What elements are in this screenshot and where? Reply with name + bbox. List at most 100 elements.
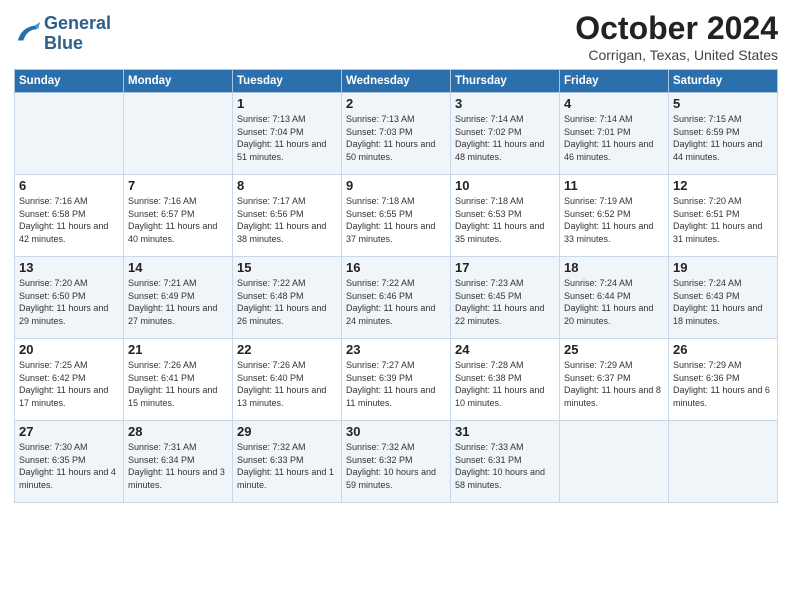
day-cell: 19 Sunrise: 7:24 AM Sunset: 6:43 PM Dayli… [669,257,778,339]
logo: General Blue [14,14,111,54]
day-cell: 29 Sunrise: 7:32 AM Sunset: 6:33 PM Dayli… [233,421,342,503]
week-row-5: 27 Sunrise: 7:30 AM Sunset: 6:35 PM Dayli… [15,421,778,503]
header-row: SundayMondayTuesdayWednesdayThursdayFrid… [15,70,778,93]
day-number: 30 [346,424,446,439]
day-cell: 20Sunrise: 7:25 AM Sunset: 6:42 PM Dayli… [15,339,124,421]
day-info: Sunrise: 7:30 AM Sunset: 6:35 PM Dayligh… [19,441,119,491]
day-number: 15 [237,260,337,275]
day-cell: 9 Sunrise: 7:18 AM Sunset: 6:55 PM Daylig… [342,175,451,257]
day-number: 4 [564,96,664,111]
day-cell: 13Sunrise: 7:20 AM Sunset: 6:50 PM Dayli… [15,257,124,339]
col-header-friday: Friday [560,70,669,93]
calendar-table: SundayMondayTuesdayWednesdayThursdayFrid… [14,69,778,503]
day-info: Sunrise: 7:13 AM Sunset: 7:03 PM Dayligh… [346,113,446,163]
day-info: Sunrise: 7:22 AM Sunset: 6:46 PM Dayligh… [346,277,446,327]
day-cell: 25 Sunrise: 7:29 AM Sunset: 6:37 PM Dayli… [560,339,669,421]
day-number: 24 [455,342,555,357]
day-number: 6 [19,178,119,193]
day-info: Sunrise: 7:20 AM Sunset: 6:51 PM Dayligh… [673,195,773,245]
day-number: 25 [564,342,664,357]
day-number: 11 [564,178,664,193]
day-number: 18 [564,260,664,275]
day-number: 20 [19,342,119,357]
day-cell: 7 Sunrise: 7:16 AM Sunset: 6:57 PM Daylig… [124,175,233,257]
col-header-sunday: Sunday [15,70,124,93]
week-row-4: 20Sunrise: 7:25 AM Sunset: 6:42 PM Dayli… [15,339,778,421]
day-info: Sunrise: 7:28 AM Sunset: 6:38 PM Dayligh… [455,359,555,409]
day-number: 3 [455,96,555,111]
title-block: October 2024 Corrigan, Texas, United Sta… [575,10,778,63]
logo-text: General Blue [44,14,111,54]
day-number: 5 [673,96,773,111]
day-number: 8 [237,178,337,193]
day-number: 9 [346,178,446,193]
day-number: 16 [346,260,446,275]
day-cell: 24 Sunrise: 7:28 AM Sunset: 6:38 PM Dayli… [451,339,560,421]
day-cell: 2 Sunrise: 7:13 AM Sunset: 7:03 PM Daylig… [342,93,451,175]
day-number: 28 [128,424,228,439]
col-header-saturday: Saturday [669,70,778,93]
day-number: 26 [673,342,773,357]
day-cell: 30 Sunrise: 7:32 AM Sunset: 6:32 PM Dayli… [342,421,451,503]
day-info: Sunrise: 7:29 AM Sunset: 6:36 PM Dayligh… [673,359,773,409]
day-info: Sunrise: 7:22 AM Sunset: 6:48 PM Dayligh… [237,277,337,327]
day-number: 7 [128,178,228,193]
week-row-1: 1 Sunrise: 7:13 AM Sunset: 7:04 PM Daylig… [15,93,778,175]
day-info: Sunrise: 7:24 AM Sunset: 6:43 PM Dayligh… [673,277,773,327]
day-info: Sunrise: 7:31 AM Sunset: 6:34 PM Dayligh… [128,441,228,491]
day-info: Sunrise: 7:16 AM Sunset: 6:57 PM Dayligh… [128,195,228,245]
col-header-thursday: Thursday [451,70,560,93]
day-info: Sunrise: 7:26 AM Sunset: 6:41 PM Dayligh… [128,359,228,409]
day-cell: 16 Sunrise: 7:22 AM Sunset: 6:46 PM Dayli… [342,257,451,339]
day-info: Sunrise: 7:27 AM Sunset: 6:39 PM Dayligh… [346,359,446,409]
logo-icon [14,20,42,48]
day-number: 23 [346,342,446,357]
day-number: 12 [673,178,773,193]
day-cell: 10 Sunrise: 7:18 AM Sunset: 6:53 PM Dayli… [451,175,560,257]
day-cell: 6 Sunrise: 7:16 AM Sunset: 6:58 PM Daylig… [15,175,124,257]
day-info: Sunrise: 7:32 AM Sunset: 6:32 PM Dayligh… [346,441,446,491]
day-info: Sunrise: 7:14 AM Sunset: 7:02 PM Dayligh… [455,113,555,163]
day-number: 19 [673,260,773,275]
day-info: Sunrise: 7:16 AM Sunset: 6:58 PM Dayligh… [19,195,119,245]
day-cell: 4 Sunrise: 7:14 AM Sunset: 7:01 PM Daylig… [560,93,669,175]
day-cell: 17Sunrise: 7:23 AM Sunset: 6:45 PM Dayli… [451,257,560,339]
day-cell: 12 Sunrise: 7:20 AM Sunset: 6:51 PM Dayli… [669,175,778,257]
day-cell: 18 Sunrise: 7:24 AM Sunset: 6:44 PM Dayli… [560,257,669,339]
day-cell: 5Sunrise: 7:15 AM Sunset: 6:59 PM Daylig… [669,93,778,175]
day-info: Sunrise: 7:32 AM Sunset: 6:33 PM Dayligh… [237,441,337,491]
header: General Blue October 2024 Corrigan, Texa… [14,10,778,63]
day-cell: 21 Sunrise: 7:26 AM Sunset: 6:41 PM Dayli… [124,339,233,421]
day-info: Sunrise: 7:21 AM Sunset: 6:49 PM Dayligh… [128,277,228,327]
day-info: Sunrise: 7:29 AM Sunset: 6:37 PM Dayligh… [564,359,664,409]
day-cell: 28 Sunrise: 7:31 AM Sunset: 6:34 PM Dayli… [124,421,233,503]
day-number: 2 [346,96,446,111]
day-cell: 11Sunrise: 7:19 AM Sunset: 6:52 PM Dayli… [560,175,669,257]
day-cell: 22 Sunrise: 7:26 AM Sunset: 6:40 PM Dayli… [233,339,342,421]
col-header-wednesday: Wednesday [342,70,451,93]
day-number: 22 [237,342,337,357]
day-cell: 26 Sunrise: 7:29 AM Sunset: 6:36 PM Dayli… [669,339,778,421]
day-number: 10 [455,178,555,193]
day-number: 14 [128,260,228,275]
day-cell: 31Sunrise: 7:33 AM Sunset: 6:31 PM Dayli… [451,421,560,503]
day-cell: 1 Sunrise: 7:13 AM Sunset: 7:04 PM Daylig… [233,93,342,175]
day-number: 27 [19,424,119,439]
day-number: 21 [128,342,228,357]
day-info: Sunrise: 7:24 AM Sunset: 6:44 PM Dayligh… [564,277,664,327]
day-number: 1 [237,96,337,111]
day-cell [15,93,124,175]
day-cell [669,421,778,503]
col-header-monday: Monday [124,70,233,93]
day-info: Sunrise: 7:13 AM Sunset: 7:04 PM Dayligh… [237,113,337,163]
day-info: Sunrise: 7:23 AM Sunset: 6:45 PM Dayligh… [455,277,555,327]
page-container: General Blue October 2024 Corrigan, Texa… [0,0,792,513]
day-cell: 14 Sunrise: 7:21 AM Sunset: 6:49 PM Dayli… [124,257,233,339]
week-row-2: 6 Sunrise: 7:16 AM Sunset: 6:58 PM Daylig… [15,175,778,257]
day-info: Sunrise: 7:18 AM Sunset: 6:53 PM Dayligh… [455,195,555,245]
day-number: 29 [237,424,337,439]
day-info: Sunrise: 7:14 AM Sunset: 7:01 PM Dayligh… [564,113,664,163]
day-info: Sunrise: 7:26 AM Sunset: 6:40 PM Dayligh… [237,359,337,409]
day-cell: 15 Sunrise: 7:22 AM Sunset: 6:48 PM Dayli… [233,257,342,339]
day-info: Sunrise: 7:18 AM Sunset: 6:55 PM Dayligh… [346,195,446,245]
